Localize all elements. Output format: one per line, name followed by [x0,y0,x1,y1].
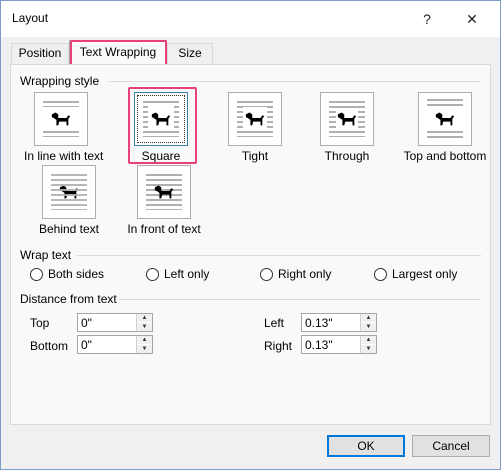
radio-right-only[interactable]: Right only [260,267,331,281]
wrap-option-label: Behind text [38,222,100,236]
tight-icon [228,92,282,146]
right-value: 0.13" [305,338,333,352]
wrap-option-label: Top and bottom [403,149,487,163]
dog-icon [435,112,455,126]
wrap-text-label: Wrap text [20,248,72,262]
tab-size[interactable]: Size [167,43,213,64]
radio-label: Left only [164,267,210,281]
wrap-option-label: Tight [241,149,269,163]
spin-down-icon[interactable]: ▼ [137,323,152,331]
radio-circle [146,267,159,281]
dog-icon [337,112,357,126]
layout-dialog: Layout ? ✕ Position Text Wrapping Size W… [0,0,501,470]
radio-label: Right only [278,267,332,281]
wrap-option-inline[interactable]: In line with text [24,92,104,163]
spin-down-icon[interactable]: ▼ [137,345,152,353]
behind-text-icon [42,165,96,219]
radio-label: Both sides [48,267,105,281]
radio-circle [30,267,43,281]
cancel-button[interactable]: Cancel [412,435,490,457]
right-label: Right [264,339,293,353]
separator [109,81,481,82]
left-label: Left [264,316,285,330]
spin-down-icon[interactable]: ▼ [361,345,376,353]
spin-up-icon[interactable]: ▲ [361,336,376,344]
spin-up-icon[interactable]: ▲ [137,336,152,344]
text-wrapping-panel: Wrapping style In line with text Square [10,64,491,425]
through-icon [320,92,374,146]
top-label: Top [30,316,50,330]
ok-button[interactable]: OK [327,435,405,457]
wrap-option-label: In line with text [24,149,104,163]
distance-from-text-label: Distance from text [20,292,117,306]
separator [119,299,481,300]
tab-position[interactable]: Position [11,43,69,64]
spin-up-icon[interactable]: ▲ [361,314,376,322]
radio-left-only[interactable]: Left only [146,267,209,281]
radio-label: Largest only [392,267,458,281]
square-highlight-box [128,87,197,164]
spin-down-icon[interactable]: ▼ [361,323,376,331]
wrap-option-tight[interactable]: Tight [218,92,292,163]
dog-icon [245,112,265,126]
top-value: 0" [81,316,92,330]
help-button[interactable]: ? [412,7,442,31]
wrapping-style-label: Wrapping style [20,74,100,88]
separator [77,255,481,256]
wrap-option-in-front-of-text[interactable]: In front of text [125,165,203,236]
left-value: 0.13" [305,316,333,330]
in-front-of-text-icon [137,165,191,219]
bottom-value: 0" [81,338,92,352]
radio-circle [374,267,387,281]
inline-with-text-icon [34,92,88,146]
title-bar: Layout ? ✕ [1,1,500,37]
wrap-option-through[interactable]: Through [310,92,384,163]
wrap-option-label: In front of text [127,222,201,236]
tab-highlight-box [70,40,167,67]
spin-up-icon[interactable]: ▲ [137,314,152,322]
wrap-option-top-and-bottom[interactable]: Top and bottom [402,92,488,163]
dialog-title: Layout [12,11,49,25]
wrap-option-behind-text[interactable]: Behind text [32,165,106,236]
radio-circle [260,267,273,281]
bottom-label: Bottom [30,339,69,353]
left-spinner[interactable]: 0.13" ▲ ▼ [301,313,377,332]
wrap-option-label: Through [324,149,370,163]
top-spinner[interactable]: 0" ▲ ▼ [77,313,153,332]
radio-largest-only[interactable]: Largest only [374,267,457,281]
dog-icon [51,112,71,126]
top-and-bottom-icon [418,92,472,146]
close-button[interactable]: ✕ [457,7,487,31]
right-spinner[interactable]: 0.13" ▲ ▼ [301,335,377,354]
radio-both-sides[interactable]: Both sides [30,267,104,281]
bottom-spinner[interactable]: 0" ▲ ▼ [77,335,153,354]
dog-icon [154,185,174,199]
